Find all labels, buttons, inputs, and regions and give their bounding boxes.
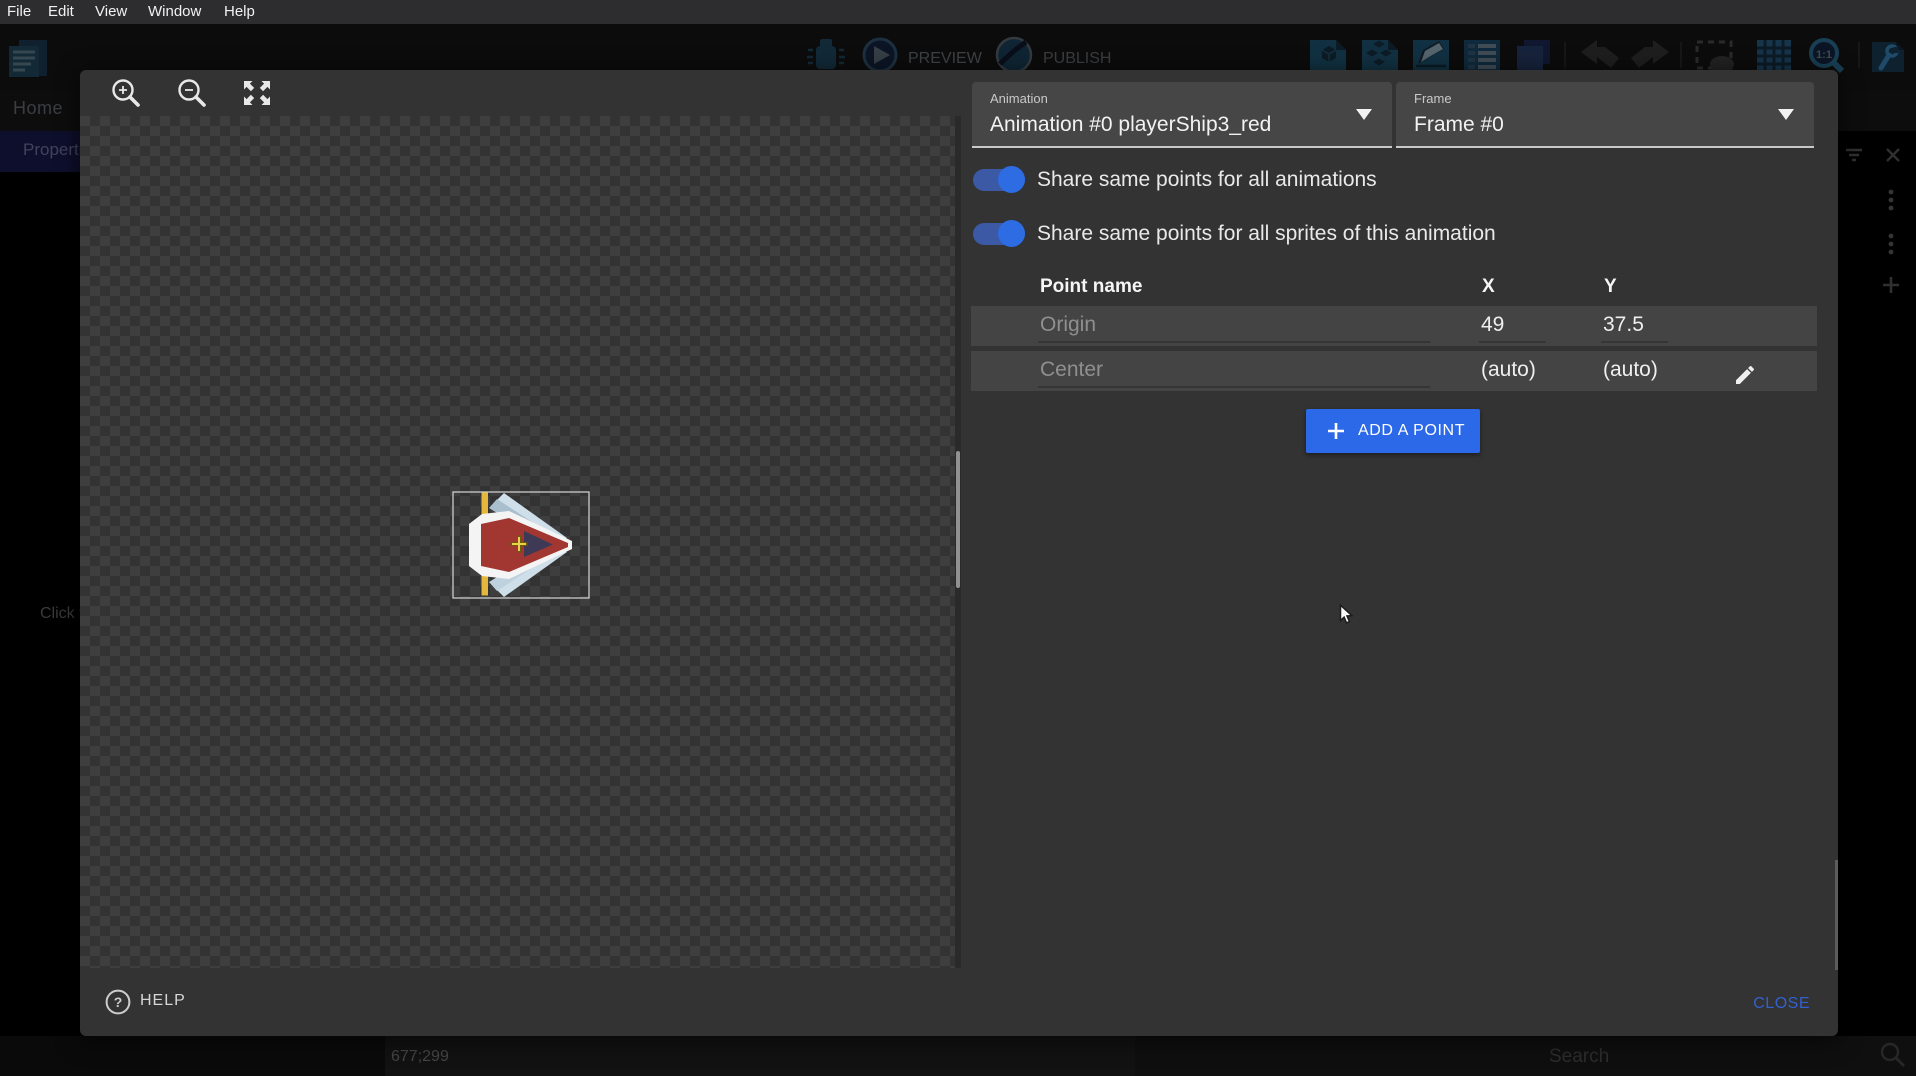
svg-text:?: ? [114,994,123,1010]
svg-text:1:1: 1:1 [1816,49,1832,61]
svg-text:PREVIEW: PREVIEW [908,50,983,67]
svg-text:PUBLISH: PUBLISH [1043,50,1111,67]
